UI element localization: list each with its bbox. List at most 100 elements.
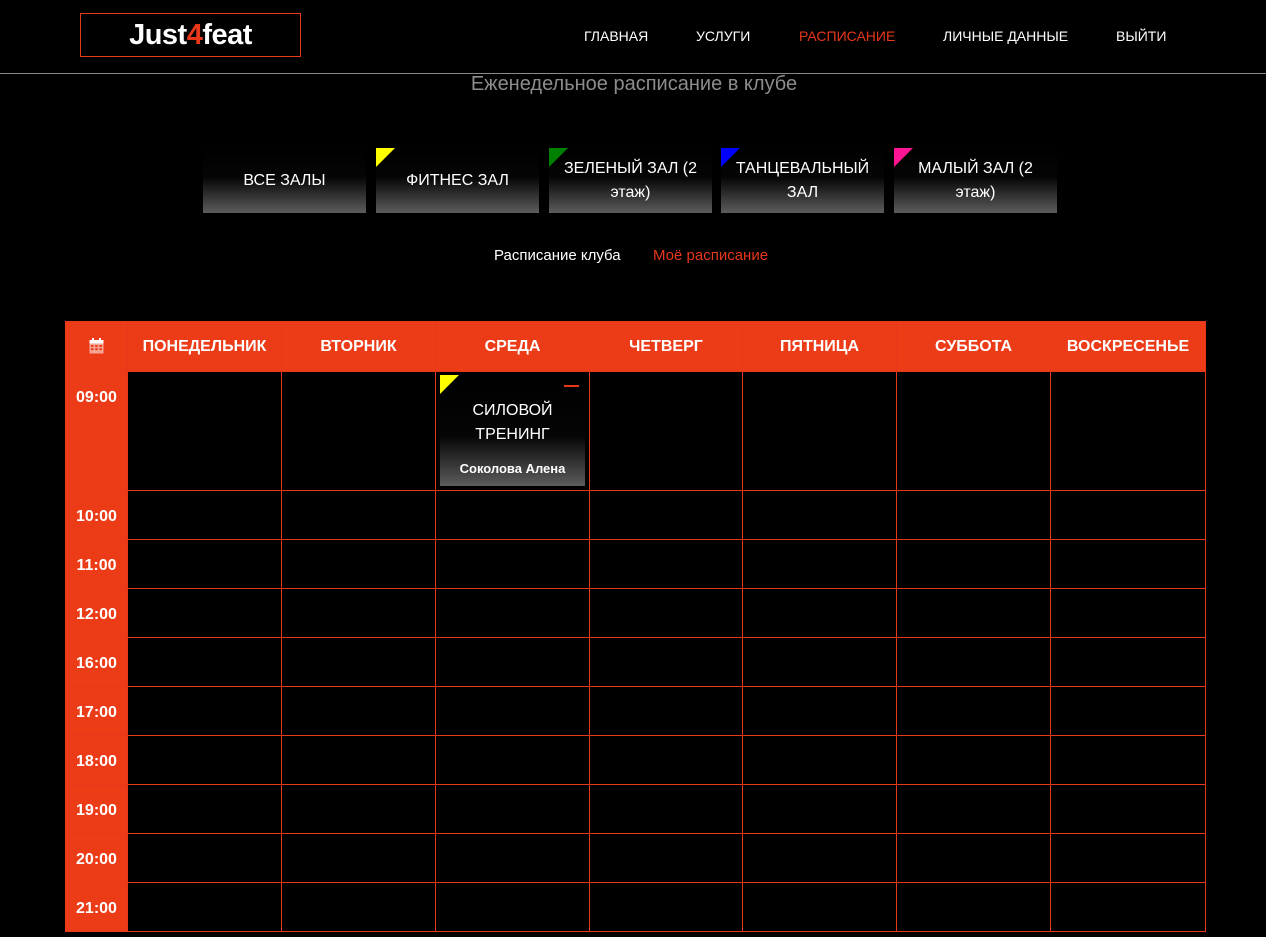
hall-color-marker [549,148,568,167]
schedule-cell [742,735,897,785]
schedule-cell [281,588,436,638]
schedule-cell [435,637,590,687]
hall-filter-green[interactable]: ЗЕЛЕНЫЙ ЗАЛ (2 этаж) [549,148,712,213]
schedule-cell [742,539,897,589]
table-row: 11:00 [65,539,1206,589]
time-cell: 09:00 [65,371,128,491]
schedule-cell [127,784,282,834]
hall-filter-dance[interactable]: ТАНЦЕВАЛЬНЫЙ ЗАЛ [721,148,884,213]
schedule-cell [742,686,897,736]
schedule-cell [589,588,743,638]
schedule-cell [589,784,743,834]
schedule-cell [281,735,436,785]
schedule-cell [281,371,436,491]
schedule-cell [1050,588,1206,638]
schedule-cell [589,686,743,736]
schedule-cell [589,371,743,491]
hall-filter-small[interactable]: МАЛЫЙ ЗАЛ (2 этаж) [894,148,1057,213]
day-header-saturday: СУББОТА [896,321,1051,372]
time-cell: 11:00 [65,539,128,589]
schedule-cell [127,833,282,883]
nav-item-schedule[interactable]: РАСПИСАНИЕ [799,28,895,44]
schedule-cell [896,490,1051,540]
schedule-cell [1050,490,1206,540]
schedule-cell [127,371,282,491]
schedule-cell [742,784,897,834]
schedule-cell [435,784,590,834]
schedule-cell [127,539,282,589]
hall-filter-all[interactable]: ВСЕ ЗАЛЫ [203,148,366,213]
schedule-cell [896,686,1051,736]
nav-item-personal-data[interactable]: ЛИЧНЫЕ ДАННЫЕ [943,28,1068,44]
schedule-cell [127,588,282,638]
table-row: 16:00 [65,637,1206,687]
schedule-cell [742,882,897,932]
day-header-thursday: ЧЕТВЕРГ [589,321,743,372]
schedule-cell [742,833,897,883]
day-header-monday: ПОНЕДЕЛЬНИК [127,321,282,372]
schedule-cell [896,588,1051,638]
time-cell: 16:00 [65,637,128,687]
nav-item-services[interactable]: УСЛУГИ [696,28,750,44]
session-card[interactable]: СИЛОВОЙ ТРЕНИНГ Соколова Алена [440,375,585,486]
schedule-cell [589,539,743,589]
schedule-cell [127,882,282,932]
table-row: 17:00 [65,686,1206,736]
time-cell: 12:00 [65,588,128,638]
schedule-cell [1050,686,1206,736]
schedule-cell [1050,833,1206,883]
schedule-cell [281,539,436,589]
schedule-cell [589,735,743,785]
hall-color-marker [376,148,395,167]
schedule-cell [1050,637,1206,687]
time-cell: 20:00 [65,833,128,883]
table-row: 19:00 [65,784,1206,834]
nav-item-logout[interactable]: ВЫЙТИ [1116,28,1166,44]
schedule-cell: СИЛОВОЙ ТРЕНИНГ Соколова Алена [435,371,590,491]
schedule-cell [281,882,436,932]
time-cell: 21:00 [65,882,128,932]
timetable: ПОНЕДЕЛЬНИК ВТОРНИК СРЕДА ЧЕТВЕРГ ПЯТНИЦ… [65,321,1206,932]
schedule-cell [896,882,1051,932]
table-row: 12:00 [65,588,1206,638]
timetable-header-row: ПОНЕДЕЛЬНИК ВТОРНИК СРЕДА ЧЕТВЕРГ ПЯТНИЦ… [65,321,1206,372]
schedule-cell [1050,784,1206,834]
logo-text-feat: feat [202,18,252,51]
nav-item-home[interactable]: ГЛАВНАЯ [584,28,648,44]
schedule-cell [742,371,897,491]
schedule-cell [281,833,436,883]
page-title: Еженедельное расписание в клубе [470,73,798,95]
schedule-cell [127,637,282,687]
schedule-cell [896,784,1051,834]
schedule-cell [742,588,897,638]
club-schedule-link[interactable]: Расписание клуба [494,247,621,264]
schedule-cell [896,637,1051,687]
day-header-friday: ПЯТНИЦА [742,321,897,372]
remove-session-icon[interactable] [564,385,579,387]
hall-label: ФИТНЕС ЗАЛ [406,171,509,189]
site-header: Just 4 feat ГЛАВНАЯ УСЛУГИ РАСПИСАНИЕ ЛИЧН… [0,0,1266,74]
my-schedule-link[interactable]: Моё расписание [653,247,768,264]
schedule-cell [127,735,282,785]
schedule-cell [1050,539,1206,589]
time-cell: 18:00 [65,735,128,785]
hall-label: ВСЕ ЗАЛЫ [243,171,326,189]
schedule-cell [896,833,1051,883]
schedule-cell [281,637,436,687]
time-cell: 19:00 [65,784,128,834]
schedule-cell [127,490,282,540]
schedule-cell [435,833,590,883]
table-row: 10:00 [65,490,1206,540]
schedule-cell [281,686,436,736]
schedule-cell [742,490,897,540]
logo-text-just: Just [129,18,187,51]
time-cell: 10:00 [65,490,128,540]
hall-filter-fitness[interactable]: ФИТНЕС ЗАЛ [376,148,539,213]
schedule-cell [589,833,743,883]
hall-color-marker [721,148,740,167]
table-row: 21:00 [65,882,1206,932]
schedule-cell [896,539,1051,589]
logo[interactable]: Just 4 feat [80,13,301,57]
table-row: 20:00 [65,833,1206,883]
logo-text-4: 4 [186,18,203,51]
